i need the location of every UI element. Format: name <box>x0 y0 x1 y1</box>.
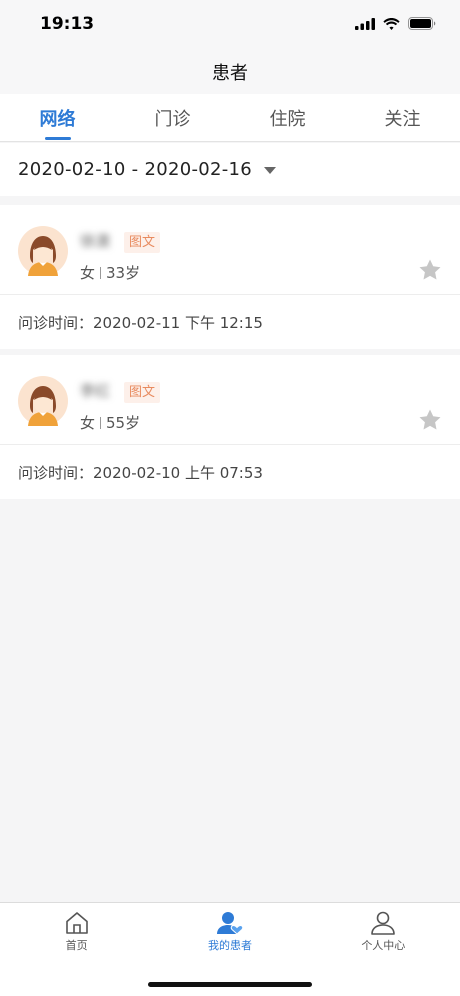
star-favorite-icon[interactable] <box>418 258 442 282</box>
patient-card[interactable]: 徐澳 图文 女 33岁 问诊时间： 2020-02-11 下午 12:15 <box>0 205 460 349</box>
patient-gender: 女 <box>80 264 96 282</box>
visit-time-label: 问诊时间： <box>18 313 94 332</box>
patient-name: 李红 <box>80 381 111 400</box>
patient-age: 33岁 <box>106 264 141 282</box>
tab-outpatient[interactable]: 门诊 <box>115 94 230 141</box>
home-indicator <box>148 982 312 987</box>
consult-type-tag: 图文 <box>124 232 161 253</box>
consult-type-tag: 图文 <box>124 382 161 403</box>
cellular-signal-icon <box>355 17 375 30</box>
female-avatar-icon <box>18 376 68 426</box>
tab-active-indicator <box>44 137 71 140</box>
navigation-bar: 患者 <box>0 50 460 94</box>
divider <box>100 416 102 429</box>
tab-bar: 网络 门诊 住院 关注 <box>0 94 460 142</box>
bottom-navigation: 首页 我的患者 个人中心 <box>0 902 460 996</box>
female-avatar-icon <box>18 226 68 276</box>
tab-label: 住院 <box>269 108 306 130</box>
patient-age: 55岁 <box>106 414 141 432</box>
patient-card-header: 李红 图文 女 55岁 <box>0 355 460 445</box>
divider <box>100 266 102 279</box>
tab-inpatient[interactable]: 住院 <box>230 94 345 141</box>
visit-time-value: 2020-02-10 上午 07:53 <box>93 463 263 482</box>
bottom-nav-my-patients[interactable]: 我的患者 <box>153 903 306 961</box>
tab-label: 网络 <box>39 108 76 130</box>
patient-card-header: 徐澳 图文 女 33岁 <box>0 205 460 295</box>
home-icon <box>65 912 88 934</box>
patient-info: 女 55岁 <box>80 412 140 433</box>
bottom-nav-label: 首页 <box>65 939 88 952</box>
status-time: 19:13 <box>40 14 95 34</box>
patient-card[interactable]: 李红 图文 女 55岁 问诊时间： 2020-02-10 上午 07:53 <box>0 355 460 499</box>
tab-following[interactable]: 关注 <box>345 94 460 141</box>
visit-time-value: 2020-02-11 下午 12:15 <box>93 313 263 332</box>
bottom-nav-label: 我的患者 <box>207 939 252 952</box>
visit-time-row: 问诊时间： 2020-02-11 下午 12:15 <box>0 295 460 349</box>
bottom-nav-home[interactable]: 首页 <box>0 903 153 961</box>
bottom-nav-profile[interactable]: 个人中心 <box>307 903 460 961</box>
star-favorite-icon[interactable] <box>418 408 442 432</box>
caret-down-icon <box>264 167 277 174</box>
status-bar: 19:13 <box>0 0 460 50</box>
visit-time-row: 问诊时间： 2020-02-10 上午 07:53 <box>0 445 460 499</box>
visit-time-label: 问诊时间： <box>18 463 94 482</box>
date-range-text: 2020-02-10 - 2020-02-16 <box>18 159 253 180</box>
bottom-nav-label: 个人中心 <box>361 939 406 952</box>
battery-icon <box>408 17 436 30</box>
person-icon <box>371 911 396 935</box>
patient-gender: 女 <box>80 414 96 432</box>
date-range-filter[interactable]: 2020-02-10 - 2020-02-16 <box>0 143 460 196</box>
tab-label: 门诊 <box>154 108 191 130</box>
status-icons <box>355 17 436 30</box>
page-title: 患者 <box>212 63 248 84</box>
patient-info: 女 33岁 <box>80 262 140 283</box>
patient-name: 徐澳 <box>80 231 111 250</box>
patients-icon <box>216 912 244 935</box>
wifi-icon <box>383 17 400 30</box>
tab-network[interactable]: 网络 <box>0 94 115 141</box>
tab-label: 关注 <box>384 108 421 130</box>
